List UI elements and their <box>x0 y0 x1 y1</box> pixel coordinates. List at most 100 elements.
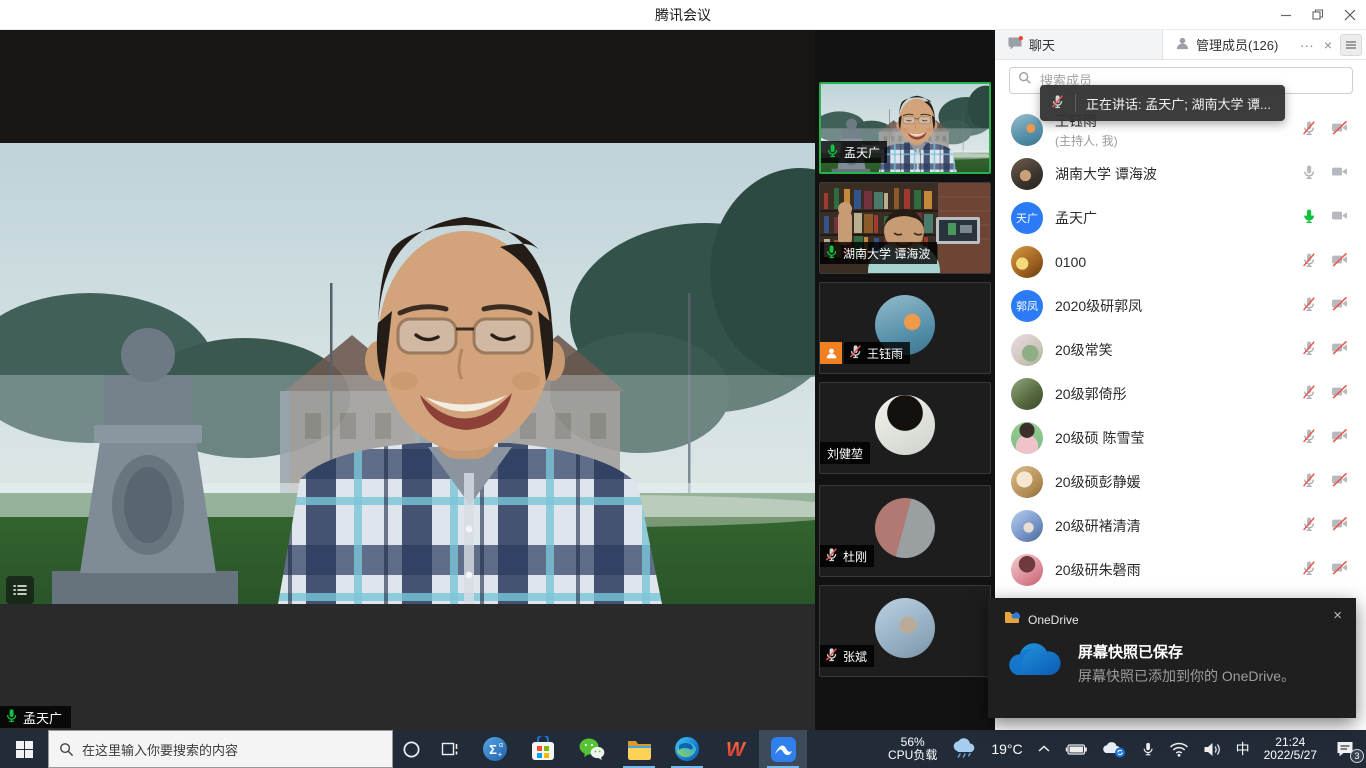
member-row[interactable]: 0100 <box>995 240 1366 284</box>
member-name: 2020级研郭凤 <box>1055 296 1142 316</box>
chevron-up-icon[interactable] <box>1030 730 1058 768</box>
speaking-tooltip-text: 正在讲话: 孟天广; 湖南大学 谭... <box>1086 94 1271 113</box>
search-icon <box>1018 71 1032 90</box>
camera-icon[interactable] <box>1331 207 1348 229</box>
participant-avatar <box>875 498 935 558</box>
video-thumbnail[interactable]: 杜刚 <box>819 485 991 577</box>
panel-more-button[interactable]: ··· <box>1300 38 1314 52</box>
wps-icon[interactable]: W <box>711 730 759 768</box>
toast-close-icon[interactable]: × <box>1333 608 1342 623</box>
windows-taskbar: 在这里输入你要搜索的内容 Σα+ W 56%CPU负载 19°C 中 21:242… <box>0 730 1366 768</box>
video-thumbnail[interactable]: 张斌 <box>819 585 991 677</box>
member-row[interactable]: 20级硕 陈雪莹 <box>995 416 1366 460</box>
member-name: 0100 <box>1055 254 1086 270</box>
muted-microphone-icon[interactable] <box>1301 120 1317 141</box>
svg-text:+: + <box>498 750 503 759</box>
host-badge-icon <box>820 342 842 364</box>
taskbar-search-box[interactable]: 在这里输入你要搜索的内容 <box>48 730 393 768</box>
muted-microphone-icon[interactable] <box>1301 472 1317 493</box>
muted-camera-icon[interactable] <box>1331 427 1348 449</box>
svg-text:W: W <box>726 739 747 761</box>
tab-chat[interactable]: 聊天 <box>995 30 1163 59</box>
muted-microphone-icon[interactable] <box>1301 340 1317 361</box>
muted-microphone-icon[interactable] <box>1301 296 1317 317</box>
member-row[interactable]: 20级研褚清清 <box>995 504 1366 548</box>
tencent-meeting-icon[interactable] <box>759 730 807 768</box>
active-speaker-name: 孟天广 <box>23 708 62 727</box>
svg-text:Σ: Σ <box>489 742 497 757</box>
ms-store-icon[interactable] <box>519 730 567 768</box>
muted-camera-icon[interactable] <box>1331 119 1348 141</box>
onedrive-notification: OneDrive × 屏幕快照已保存 屏幕快照已添加到你的 OneDrive。 <box>988 598 1356 718</box>
cortana-icon[interactable] <box>393 730 429 768</box>
muted-camera-icon[interactable] <box>1331 295 1348 317</box>
muted-microphone-icon[interactable] <box>1301 560 1317 581</box>
panel-close-button[interactable]: × <box>1324 38 1332 52</box>
muted-camera-icon[interactable] <box>1331 559 1348 581</box>
member-row[interactable]: 20级研朱磬雨 <box>995 548 1366 592</box>
start-button[interactable] <box>0 730 48 768</box>
member-name: 20级郭倚彤 <box>1055 384 1127 404</box>
muted-camera-icon[interactable] <box>1331 471 1348 493</box>
onedrive-sync-icon[interactable] <box>1094 730 1134 768</box>
battery-icon[interactable] <box>1058 730 1094 768</box>
ime-chinese[interactable]: 中 <box>1229 730 1257 768</box>
cpu-usage[interactable]: 56%CPU负载 <box>881 730 944 768</box>
microphone-icon[interactable] <box>1301 208 1317 229</box>
microphone-icon <box>825 143 840 161</box>
tab-chat-label: 聊天 <box>1029 35 1055 54</box>
layout-toggle-icon[interactable] <box>6 576 34 604</box>
weather-rain-icon[interactable] <box>944 730 984 768</box>
muted-camera-icon[interactable] <box>1331 383 1348 405</box>
member-row[interactable]: 天广孟天广 <box>995 196 1366 240</box>
minimize-button[interactable] <box>1270 0 1302 30</box>
muted-microphone-icon[interactable] <box>1301 428 1317 449</box>
video-thumbnail[interactable]: 王钰雨 <box>819 282 991 374</box>
muted-camera-icon[interactable] <box>1331 339 1348 361</box>
clock[interactable]: 21:242022/5/27 <box>1257 730 1324 768</box>
speaker-icon[interactable] <box>1196 730 1229 768</box>
wechat-icon[interactable] <box>567 730 615 768</box>
microphone-icon[interactable] <box>1134 730 1162 768</box>
video-thumbnail[interactable]: 湖南大学 谭海波 <box>819 182 991 274</box>
close-button[interactable] <box>1334 0 1366 30</box>
microphone-icon[interactable] <box>1301 164 1317 185</box>
muted-microphone-icon[interactable] <box>1301 384 1317 405</box>
member-avatar <box>1011 466 1043 498</box>
edge-icon[interactable] <box>663 730 711 768</box>
tray-date: 2022/5/27 <box>1264 749 1317 762</box>
member-row[interactable]: 20级常笑 <box>995 328 1366 372</box>
participant-name: 刘健堃 <box>827 445 863 462</box>
tab-members-label: 管理成员(126) <box>1196 35 1278 54</box>
task-view-icon[interactable] <box>429 730 471 768</box>
member-avatar: 天广 <box>1011 202 1043 234</box>
panel-menu-icon[interactable] <box>1340 34 1362 56</box>
sigma-app-icon[interactable]: Σα+ <box>471 730 519 768</box>
toast-body-text: 屏幕快照已添加到你的 OneDrive。 <box>1078 666 1295 686</box>
camera-icon[interactable] <box>1331 163 1348 185</box>
member-row[interactable]: 20级硕彭静媛 <box>995 460 1366 504</box>
restore-button[interactable] <box>1302 0 1334 30</box>
participant-avatar <box>875 395 935 455</box>
file-explorer-icon[interactable] <box>615 730 663 768</box>
video-thumbnail[interactable]: 孟天广 <box>819 82 991 174</box>
muted-microphone-icon[interactable] <box>1301 516 1317 537</box>
tooltip-divider <box>1075 94 1076 112</box>
temperature[interactable]: 19°C <box>984 730 1029 768</box>
main-video <box>0 143 815 604</box>
muted-microphone-icon[interactable] <box>1301 252 1317 273</box>
member-name: 20级硕彭静媛 <box>1055 472 1141 492</box>
member-name: 湖南大学 谭海波 <box>1055 164 1157 184</box>
member-row[interactable]: 20级郭倚彤 <box>995 372 1366 416</box>
onedrive-folder-icon <box>1004 610 1020 629</box>
notifications-icon[interactable]: 3 <box>1324 730 1366 768</box>
member-row[interactable]: 湖南大学 谭海波 <box>995 152 1366 196</box>
muted-camera-icon[interactable] <box>1331 515 1348 537</box>
member-name: 20级研褚清清 <box>1055 516 1141 536</box>
cpu-label: CPU负载 <box>888 749 937 762</box>
video-thumbnail[interactable]: 刘健堃 <box>819 382 991 474</box>
wifi-icon[interactable] <box>1162 730 1196 768</box>
tab-manage-members[interactable]: 管理成员(126) <box>1163 30 1300 59</box>
muted-camera-icon[interactable] <box>1331 251 1348 273</box>
member-row[interactable]: 郭凤2020级研郭凤 <box>995 284 1366 328</box>
